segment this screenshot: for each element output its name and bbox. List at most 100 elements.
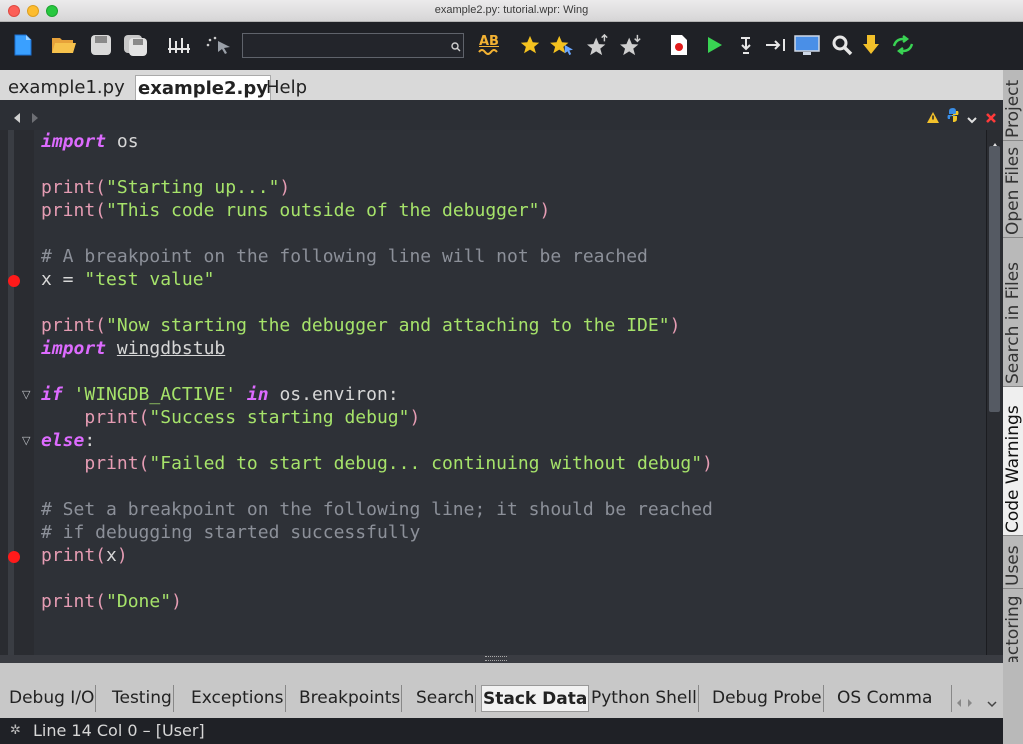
- scroll-thumb[interactable]: [989, 146, 1000, 412]
- string-literal: "Done": [106, 591, 172, 612]
- code-line-18: # if debugging started successfully: [41, 522, 421, 543]
- tab-testing[interactable]: Testing: [111, 685, 174, 712]
- breakpoint-marker[interactable]: [8, 551, 20, 563]
- star-pointer-icon: [550, 35, 573, 56]
- step-over-icon: [766, 39, 785, 51]
- breakpoint-marker[interactable]: [8, 275, 20, 287]
- code-line-7: x = "test value": [41, 268, 214, 291]
- side-tab-search-in-files[interactable]: Search in Files: [1003, 238, 1023, 387]
- module-name[interactable]: wingdbstub: [117, 338, 225, 359]
- code-line-15: print("Failed to start debug... continui…: [41, 452, 713, 475]
- keyword: else: [41, 430, 85, 451]
- side-tab-label: Open Files: [1003, 146, 1023, 235]
- star-icon: [520, 35, 540, 54]
- chevron-down-icon: [967, 117, 977, 124]
- side-tab-label: Uses: [1003, 545, 1023, 586]
- string-literal: "test value": [84, 269, 215, 290]
- step-into-icon: [741, 37, 751, 54]
- paren: ): [116, 545, 128, 566]
- panel-splitter[interactable]: [0, 655, 1003, 663]
- close-editor-button[interactable]: [985, 109, 997, 128]
- code-line-13: print("Success starting debug"): [41, 406, 420, 429]
- paren: ): [409, 407, 421, 428]
- remote-hosts-button[interactable]: [792, 32, 822, 58]
- side-tab-label: Code Warnings: [1003, 405, 1023, 533]
- tab-example1[interactable]: example1.py: [6, 75, 127, 100]
- paren: ): [702, 453, 713, 474]
- save-button[interactable]: [89, 32, 113, 58]
- tab-debug-io[interactable]: Debug I/O: [8, 685, 97, 712]
- side-tab-code-warnings[interactable]: Code Warnings: [1003, 387, 1023, 536]
- tab-search[interactable]: Search: [415, 685, 477, 712]
- side-tab-refactoring[interactable]: Refactoring: [1003, 589, 1023, 662]
- panel-options-button[interactable]: [987, 693, 997, 712]
- new-file-icon: [14, 34, 32, 56]
- star-down-icon: [620, 34, 641, 56]
- toolbar-search-field[interactable]: [242, 33, 464, 58]
- code-editor[interactable]: import os print("Starting up...") print(…: [34, 130, 986, 655]
- keyword: import: [41, 338, 107, 359]
- editor-tab-bar: example1.py example2.py Help: [0, 70, 1003, 100]
- tab-breakpoints[interactable]: Breakpoints: [298, 685, 403, 712]
- refresh-button[interactable]: [890, 32, 916, 58]
- tab-scroll-left-button[interactable]: [955, 693, 963, 712]
- fold-toggle-icon[interactable]: ▽: [22, 388, 30, 401]
- string-literal: 'WINGDB_ACTIVE': [62, 384, 247, 405]
- step-into-button[interactable]: [736, 32, 758, 58]
- fold-toggle-icon[interactable]: ▽: [22, 434, 30, 447]
- chevron-right-icon: [968, 699, 972, 707]
- string-literal: "Now starting the debugger and attaching…: [106, 315, 670, 336]
- folder-icon: [52, 38, 76, 53]
- function-call: print(: [41, 545, 107, 566]
- pointer-select-icon: [206, 36, 230, 54]
- search-button[interactable]: [830, 32, 854, 58]
- code-text: os: [106, 131, 139, 152]
- new-file-button[interactable]: [12, 32, 34, 58]
- tab-python-shell[interactable]: Python Shell: [590, 685, 699, 712]
- history-forward-button[interactable]: [30, 109, 40, 128]
- tab-scroll-right-button[interactable]: [966, 693, 974, 712]
- download-button[interactable]: [860, 32, 882, 58]
- code-text: x =: [41, 269, 85, 290]
- toggle-breakpoint-button[interactable]: [668, 32, 690, 58]
- add-bookmark-button[interactable]: [518, 32, 542, 58]
- side-tab-label: Search in Files: [1003, 261, 1023, 384]
- bottom-tool-tab-bar: Debug I/O Testing Exceptions Breakpoints…: [0, 663, 1003, 718]
- star-up-icon: [587, 34, 608, 56]
- options-menu-button[interactable]: [966, 110, 978, 129]
- code-line-6: # A breakpoint on the following line wil…: [41, 246, 648, 267]
- code-line-10: import wingdbstub: [41, 337, 225, 360]
- history-back-button[interactable]: [12, 109, 22, 128]
- tab-debug-probe[interactable]: Debug Probe: [711, 685, 824, 712]
- function-call: print(: [41, 315, 107, 336]
- indent-button[interactable]: [166, 32, 192, 58]
- gutter-stripe: [8, 130, 14, 655]
- toolbar: AB: [0, 22, 1023, 70]
- tab-exceptions[interactable]: Exceptions: [190, 685, 286, 712]
- splitter-grip[interactable]: [485, 656, 507, 661]
- code-warnings-indicator[interactable]: [926, 109, 940, 128]
- editor-options-bar: [0, 100, 1003, 130]
- tab-stack-data[interactable]: Stack Data: [481, 685, 590, 712]
- open-file-button[interactable]: [50, 32, 78, 58]
- search-input[interactable]: [243, 34, 451, 56]
- previous-bookmark-button[interactable]: [585, 32, 611, 58]
- editor-gutter[interactable]: ▽ ▽: [0, 130, 34, 655]
- bookmark-select-button[interactable]: [548, 32, 576, 58]
- python-version-indicator[interactable]: [947, 107, 959, 127]
- editor-vertical-scrollbar[interactable]: [986, 130, 1003, 663]
- side-tab-project[interactable]: Project: [1003, 70, 1023, 141]
- tab-help[interactable]: Help: [264, 75, 309, 100]
- code-line-19: print(x): [41, 544, 128, 567]
- side-tab-uses[interactable]: Uses: [1003, 536, 1023, 589]
- spell-check-button[interactable]: AB: [474, 32, 504, 58]
- next-bookmark-button[interactable]: [618, 32, 644, 58]
- select-tool-button[interactable]: [205, 32, 235, 58]
- tab-example2[interactable]: example2.py: [135, 75, 271, 100]
- save-all-button[interactable]: [122, 32, 150, 58]
- search-go-button[interactable]: [449, 34, 463, 60]
- tab-os-commands[interactable]: OS Comma: [836, 685, 952, 712]
- step-over-button[interactable]: [764, 32, 788, 58]
- start-debug-button[interactable]: [704, 32, 726, 58]
- side-tab-open-files[interactable]: Open Files: [1003, 141, 1023, 238]
